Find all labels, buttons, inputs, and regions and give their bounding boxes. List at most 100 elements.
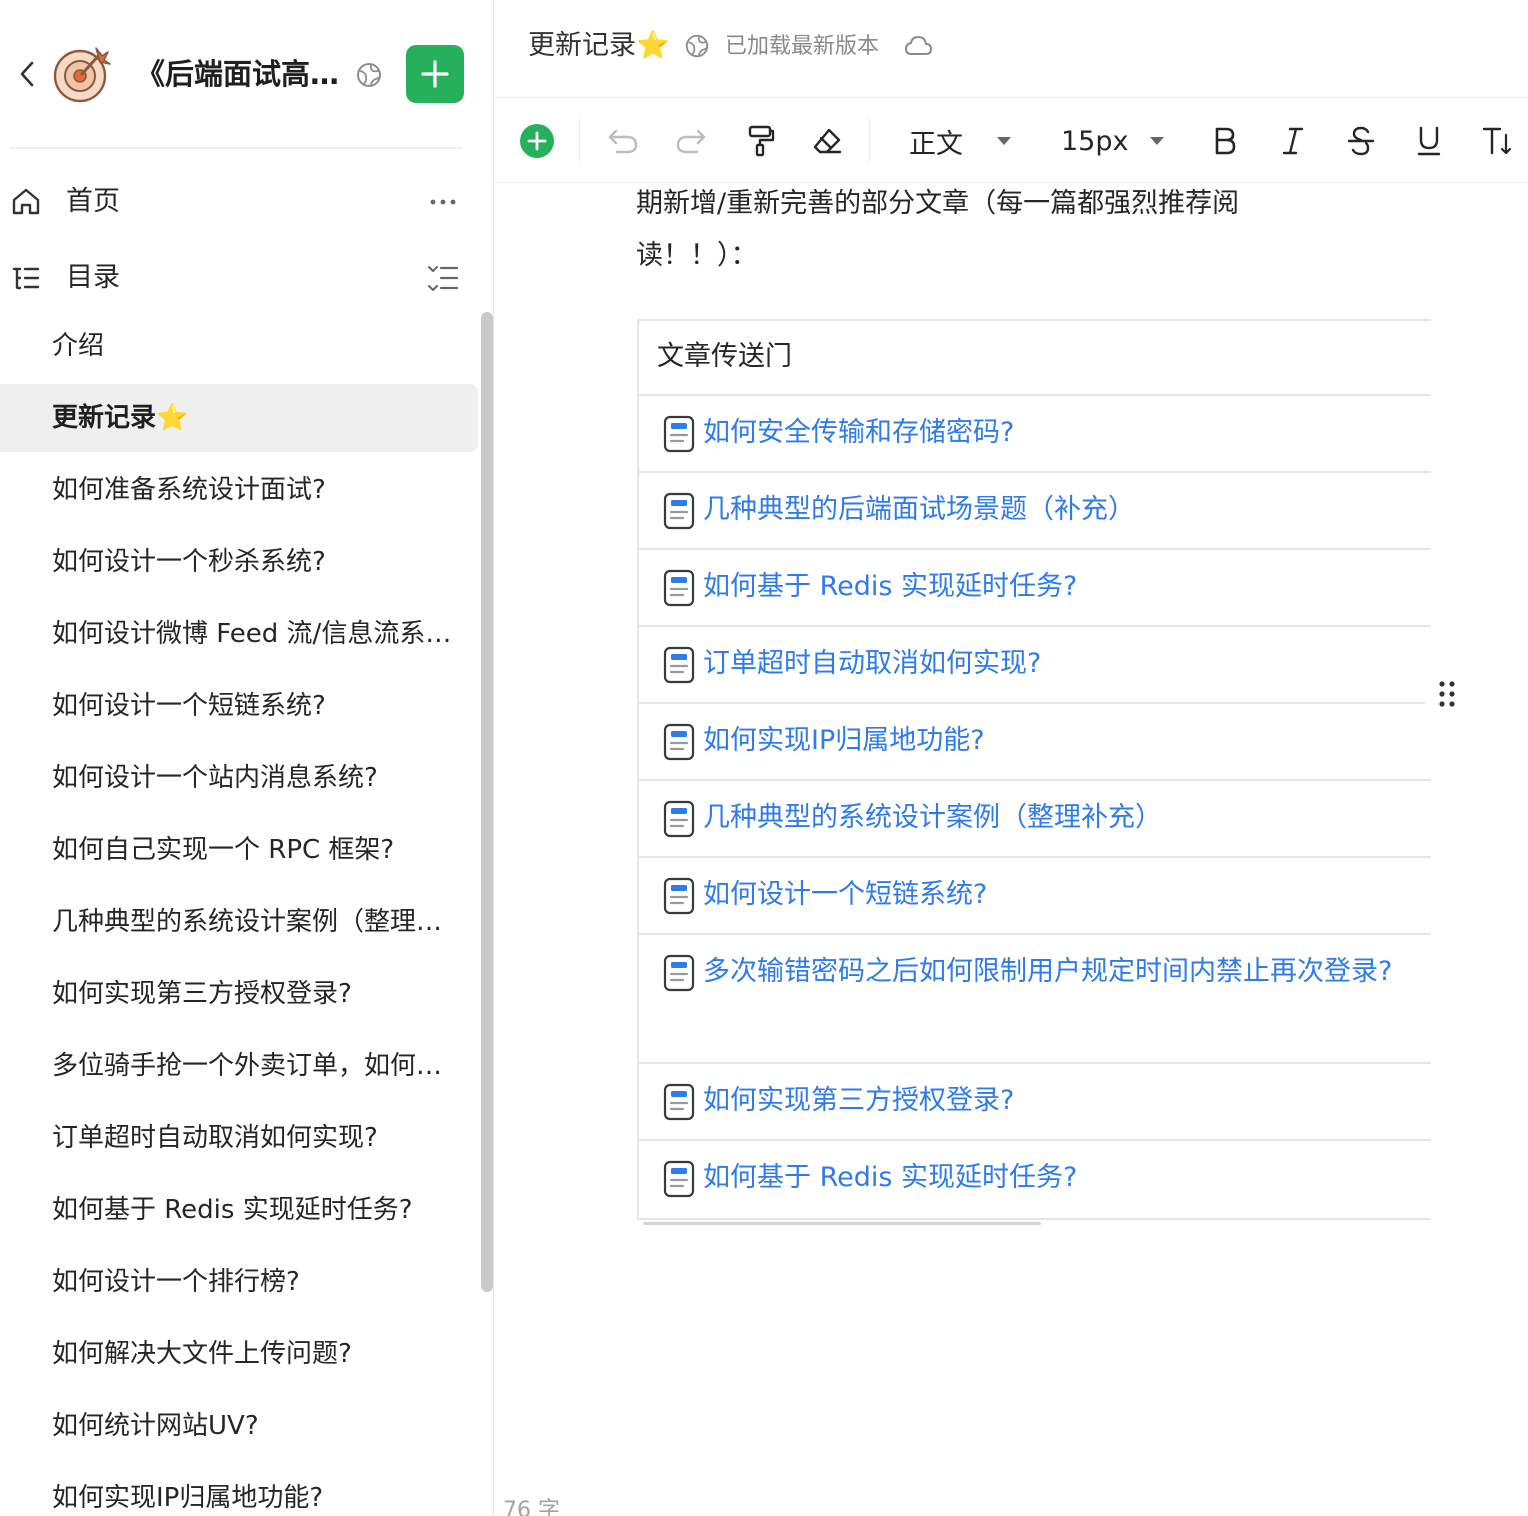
toc-item[interactable]: 订单超时自动取消如何实现? (0, 1104, 478, 1172)
add-button[interactable] (406, 45, 464, 103)
toc-item[interactable]: 如何设计一个短链系统? (0, 672, 478, 740)
document-icon (663, 877, 695, 915)
public-globe-icon (357, 63, 381, 87)
editor-toolbar: 正文 15px (495, 99, 1528, 183)
table-row[interactable]: 如何实现第三方授权登录? (639, 1064, 1431, 1141)
document-icon (663, 646, 695, 684)
word-count: 76 字 (503, 1498, 560, 1516)
document-icon (663, 415, 695, 453)
back-button[interactable] (12, 56, 42, 92)
article-link[interactable]: 如何实现IP归属地功能? (703, 715, 1429, 767)
table-row[interactable]: 如何安全传输和存储密码? (639, 396, 1431, 473)
clear-format-button[interactable] (809, 119, 845, 163)
article-link[interactable]: 如何设计一个短链系统? (703, 869, 1429, 921)
editor-main: 更新记录⭐ 已加载最新版本 正文 15px 期新增/重新完善的部分文章（每一篇都… (495, 0, 1528, 1516)
doc-content: 期新增/重新完善的部分文章（每一篇都强烈推荐阅读！！）： 文章传送门 如何安全传… (495, 184, 1528, 1516)
toolbar-divider (579, 117, 580, 163)
nav-home[interactable]: 首页 (0, 174, 480, 230)
toc-item[interactable]: 如何设计微博 Feed 流/信息流系统? (0, 600, 478, 668)
article-link[interactable]: 如何基于 Redis 实现延时任务? (703, 1152, 1429, 1204)
paragraph-style-select[interactable]: 正文 (909, 119, 1029, 163)
redo-button[interactable] (673, 119, 709, 163)
redo-icon (676, 129, 706, 154)
underline-button[interactable] (1411, 119, 1447, 163)
toc-item[interactable]: 如何设计一个秒杀系统? (0, 528, 478, 596)
text-height-button[interactable] (1479, 119, 1515, 163)
more-button[interactable] (424, 184, 462, 220)
toc-item[interactable]: 几种典型的系统设计案例（整理补充） (0, 888, 478, 956)
cloud-icon (905, 36, 932, 55)
table-horizontal-scrollbar[interactable] (643, 1222, 1041, 1225)
article-link[interactable]: 如何基于 Redis 实现延时任务? (703, 561, 1429, 613)
toc-item[interactable]: 如何实现第三方授权登录? (0, 960, 478, 1028)
collapse-list-icon (428, 266, 459, 291)
article-link[interactable]: 如何实现第三方授权登录? (703, 1075, 1429, 1127)
article-link[interactable]: 多次输错密码之后如何限制用户规定时间内禁止再次登录? (703, 946, 1429, 998)
toc-item[interactable]: 如何解决大文件上传问题? (0, 1320, 478, 1388)
doc-paragraph[interactable]: 期新增/重新完善的部分文章（每一篇都强烈推荐阅读！！）： (636, 178, 1336, 282)
strikethrough-icon (1347, 126, 1375, 156)
table-row[interactable]: 如何实现IP归属地功能? (639, 704, 1431, 781)
block-drag-handle[interactable] (1425, 672, 1469, 716)
undo-button[interactable] (605, 119, 641, 163)
star-icon: ⭐ (636, 30, 670, 61)
book-logo-icon (53, 47, 111, 103)
document-icon (663, 954, 695, 992)
toc-item[interactable]: 多位骑手抢一个外卖订单，如何保证只有一个骑手可以接到单子? (0, 1032, 478, 1100)
toc-icon (12, 267, 40, 290)
document-icon (663, 800, 695, 838)
table-header-label: 文章传送门 (657, 341, 792, 372)
table-row[interactable]: 如何基于 Redis 实现延时任务? (639, 1141, 1431, 1218)
toolbar-divider (869, 117, 870, 163)
toc-item[interactable]: 如何实现IP归属地功能? (0, 1464, 478, 1516)
article-link[interactable]: 订单超时自动取消如何实现? (703, 638, 1429, 690)
table-row[interactable]: 订单超时自动取消如何实现? (639, 627, 1431, 704)
home-icon (12, 188, 40, 215)
save-status: 已加载最新版本 (725, 34, 880, 59)
doc-title[interactable]: 更新记录⭐ (528, 26, 670, 66)
text-height-icon (1482, 127, 1512, 155)
drag-handle-icon (1439, 681, 1455, 707)
strikethrough-button[interactable] (1343, 119, 1379, 163)
toc-item[interactable]: 如何设计一个站内消息系统? (0, 744, 478, 812)
plus-icon (421, 60, 449, 88)
plus-circle-icon (520, 124, 554, 158)
toc-item[interactable]: 如何统计网站UV? (0, 1392, 478, 1460)
document-icon (663, 723, 695, 761)
toc-item[interactable]: 如何基于 Redis 实现延时任务? (0, 1176, 478, 1244)
font-size-select[interactable]: 15px (1061, 119, 1181, 163)
table-row[interactable]: 多次输错密码之后如何限制用户规定时间内禁止再次登录? (639, 935, 1431, 1064)
undo-icon (608, 129, 638, 154)
toc-item-active[interactable]: 更新记录⭐ (0, 384, 478, 452)
toc-item[interactable]: 如何设计一个排行榜? (0, 1248, 478, 1316)
toc-item[interactable]: 如何自己实现一个 RPC 框架? (0, 816, 478, 884)
sidebar: 《后端面试高频系统设计&场景题》 首页 目录 (0, 0, 494, 1516)
document-icon (663, 1083, 695, 1121)
article-link[interactable]: 几种典型的后端面试场景题（补充） (703, 484, 1429, 536)
sidebar-divider (10, 147, 462, 149)
format-painter-button[interactable] (743, 119, 779, 163)
book-title[interactable]: 《后端面试高频系统设计&场景题》 (136, 52, 346, 96)
underline-icon (1417, 126, 1441, 156)
italic-button[interactable] (1275, 119, 1311, 163)
table-row[interactable]: 几种典型的后端面试场景题（补充） (639, 473, 1431, 550)
toc-item[interactable]: 介绍 (0, 312, 478, 380)
insert-button[interactable] (517, 119, 557, 163)
document-icon (663, 1160, 695, 1198)
article-table: 文章传送门 如何安全传输和存储密码? 几种典型的后端面试场景题（补充） 如何基于… (637, 319, 1431, 1220)
sidebar-scrollbar[interactable] (481, 312, 493, 1292)
format-painter-icon (748, 125, 775, 157)
nav-toc[interactable]: 目录 (0, 250, 480, 306)
bold-button[interactable] (1207, 119, 1243, 163)
table-row[interactable]: 几种典型的系统设计案例（整理补充） (639, 781, 1431, 858)
bold-icon (1215, 127, 1236, 155)
table-row[interactable]: 如何基于 Redis 实现延时任务? (639, 550, 1431, 627)
chevron-down-icon (1150, 137, 1165, 145)
table-row[interactable]: 如何设计一个短链系统? (639, 858, 1431, 935)
toc-item-label: 更新记录 (52, 403, 157, 433)
star-icon: ⭐ (156, 403, 189, 433)
article-link[interactable]: 几种典型的系统设计案例（整理补充） (703, 792, 1429, 844)
article-link[interactable]: 如何安全传输和存储密码? (703, 407, 1429, 459)
toc-item[interactable]: 如何准备系统设计面试? (0, 456, 478, 524)
collapse-toc-button[interactable] (424, 260, 462, 296)
